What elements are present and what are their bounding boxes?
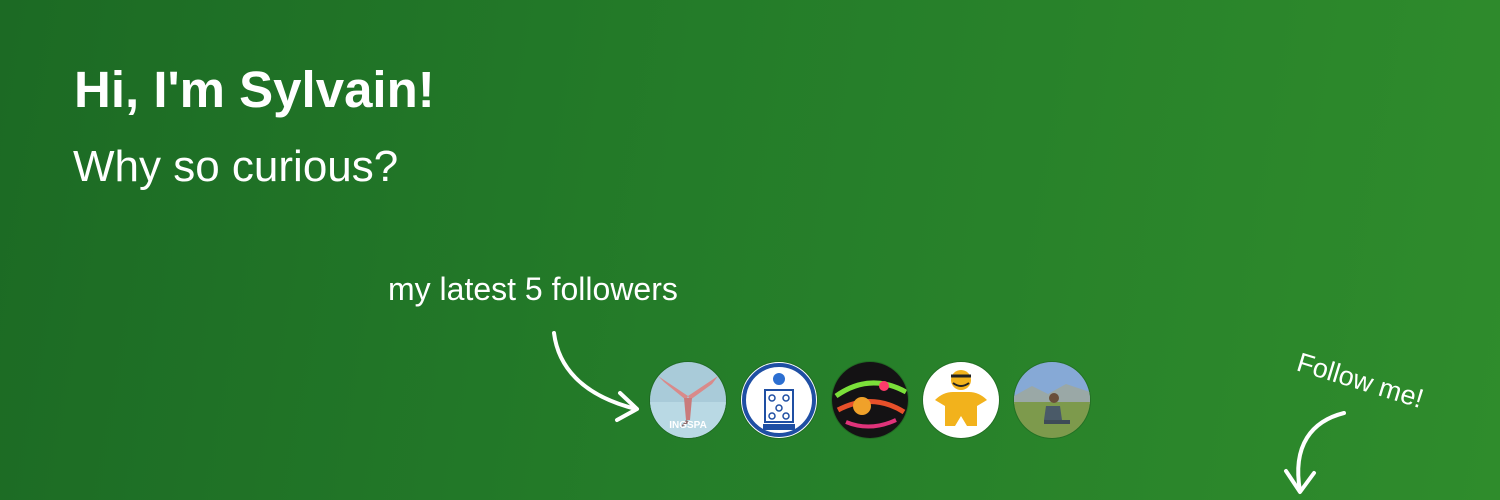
meeple-avatar-icon	[923, 362, 999, 438]
page-subtitle: Why so curious?	[73, 142, 399, 191]
svg-text:INGSPA: INGSPA	[669, 420, 707, 431]
curved-arrow-down-icon	[1284, 411, 1346, 494]
curved-arrow-icon	[552, 331, 639, 422]
follower-avatar-4[interactable]	[923, 362, 999, 438]
neon-space-avatar-icon	[832, 362, 908, 438]
robot-board-avatar-icon	[741, 362, 817, 438]
wingspan-avatar-icon: INGSPA	[650, 362, 726, 438]
follower-avatar-2[interactable]	[741, 362, 817, 438]
person-outdoors-avatar-icon	[1014, 362, 1090, 438]
followers-label: my latest 5 followers	[388, 271, 678, 307]
page-title: Hi, I'm Sylvain!	[74, 61, 435, 118]
follower-avatar-1[interactable]: INGSPA	[650, 362, 726, 438]
follower-avatar-5[interactable]	[1014, 362, 1090, 438]
follower-avatar-3[interactable]	[832, 362, 908, 438]
followers-avatar-list: INGSPA	[650, 362, 1090, 438]
